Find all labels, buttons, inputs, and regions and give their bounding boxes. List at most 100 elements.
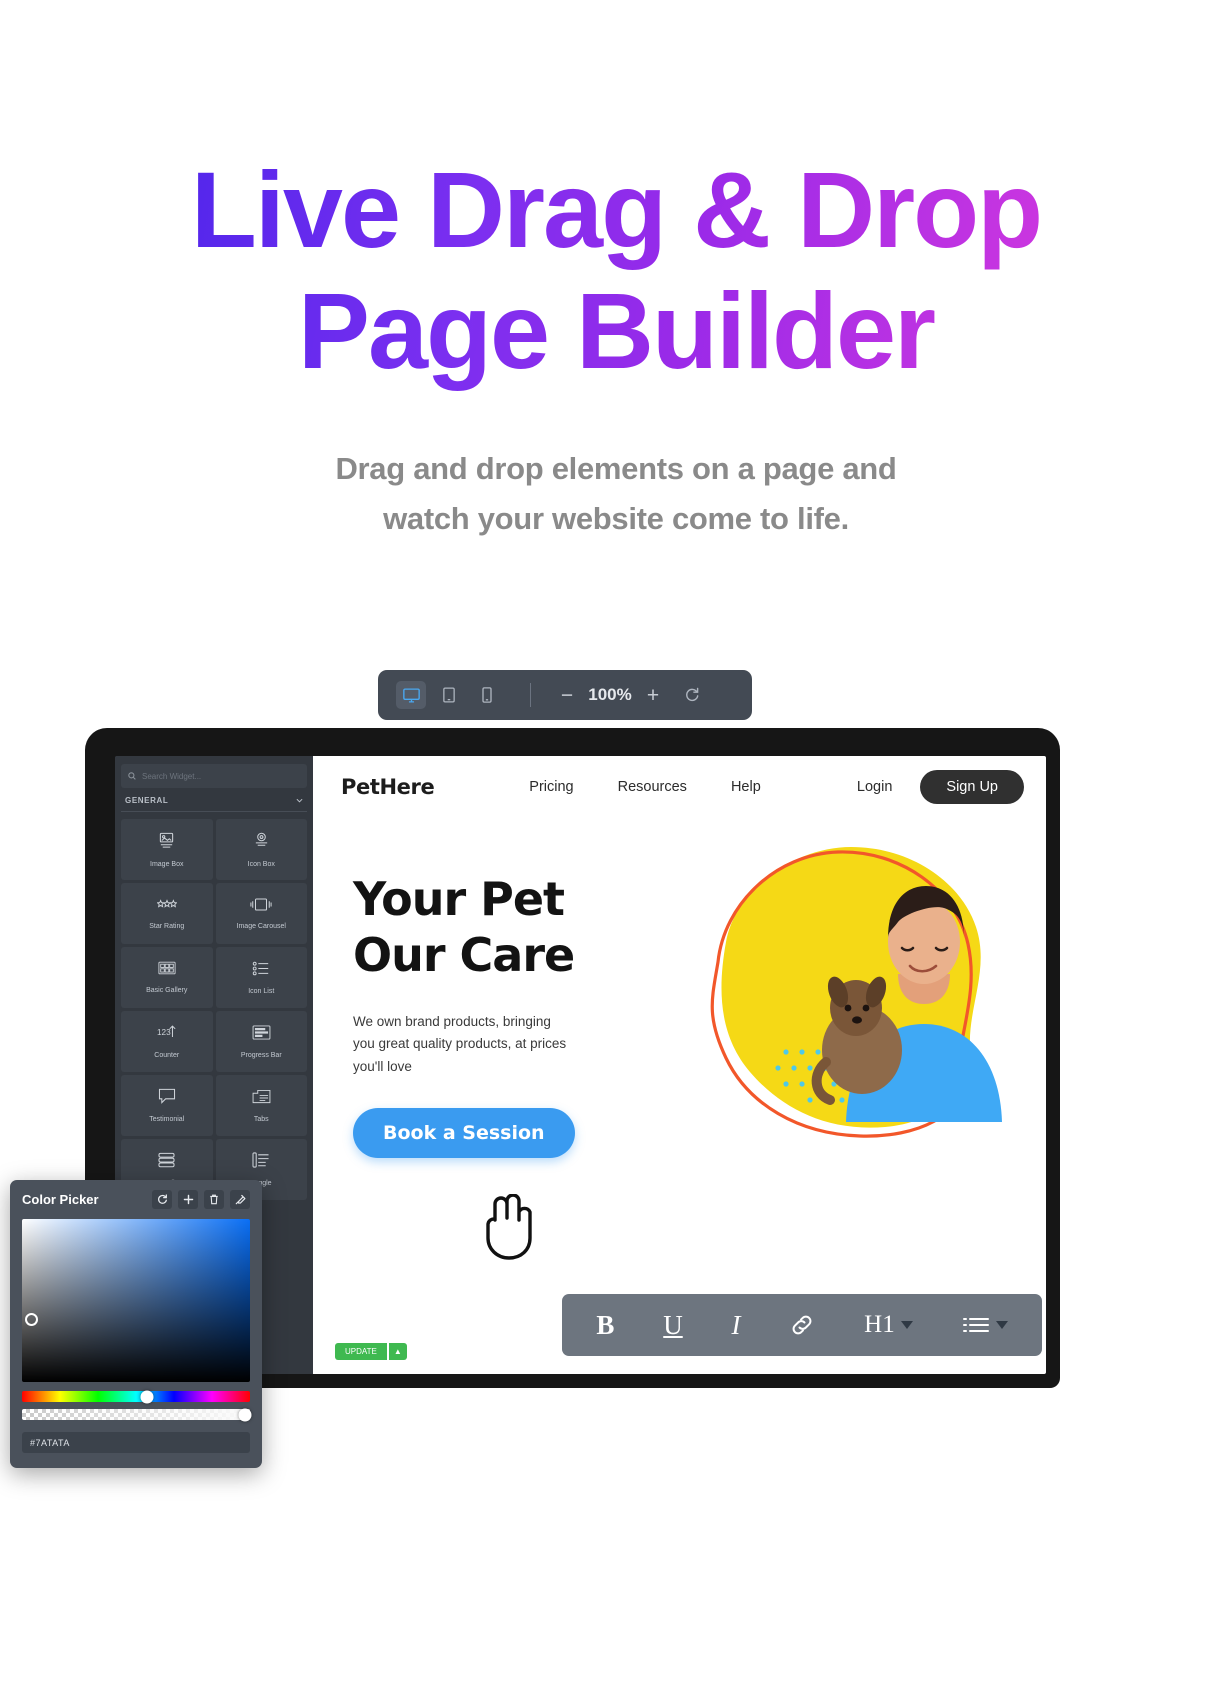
preview-hero-image bbox=[666, 822, 1046, 1162]
widget-tile[interactable]: Basic Gallery bbox=[121, 947, 213, 1008]
hex-input-field[interactable]: #7ATATA bbox=[22, 1432, 250, 1453]
publish-options-button[interactable]: ▲ bbox=[388, 1343, 407, 1360]
saturation-handle[interactable] bbox=[25, 1313, 38, 1326]
preview-hero-text: Your Pet Our Care We own brand products,… bbox=[313, 836, 643, 1159]
zoom-in-button[interactable]: + bbox=[637, 681, 669, 709]
bold-button[interactable]: B bbox=[596, 1310, 614, 1341]
signup-button[interactable]: Sign Up bbox=[920, 770, 1024, 804]
eyedropper-icon[interactable] bbox=[230, 1190, 250, 1209]
widget-tile[interactable]: Tabs bbox=[215, 1075, 307, 1136]
hero-section: Live Drag & Drop Page Builder Drag and d… bbox=[0, 0, 1232, 544]
widget-tile[interactable]: Star Rating bbox=[121, 883, 213, 944]
widget-tile[interactable]: Icon Box bbox=[215, 819, 307, 880]
hue-slider[interactable] bbox=[22, 1390, 250, 1403]
publish-bar: UPDATE ▲ bbox=[335, 1343, 407, 1360]
bullet-list-icon bbox=[962, 1318, 989, 1332]
color-picker-header: Color Picker bbox=[22, 1190, 250, 1209]
counter-icon: 123 bbox=[157, 1024, 177, 1045]
nav-link-resources[interactable]: Resources bbox=[618, 779, 687, 795]
preview-paragraph: We own brand products, bringing you grea… bbox=[353, 1014, 567, 1074]
search-icon bbox=[128, 772, 136, 780]
hero-subtitle: Drag and drop elements on a page and wat… bbox=[0, 444, 1232, 544]
color-picker-panel: Color Picker #7ATATA bbox=[10, 1180, 262, 1468]
color-picker-actions bbox=[152, 1190, 250, 1209]
device-desktop-button[interactable] bbox=[396, 681, 426, 709]
device-tablet-button[interactable] bbox=[434, 681, 464, 709]
link-button[interactable] bbox=[789, 1312, 815, 1338]
basic-gallery-icon bbox=[158, 961, 176, 980]
widget-tile-label: Basic Gallery bbox=[146, 987, 188, 994]
widget-tile-label: Image Carousel bbox=[236, 922, 286, 930]
star-rating-icon bbox=[156, 898, 178, 916]
widget-tile[interactable]: Progress Bar bbox=[215, 1011, 307, 1072]
heading-label: H1 bbox=[864, 1311, 895, 1338]
device-preview-toolbar: − 100% + bbox=[378, 670, 752, 720]
widget-tile-label: Testimonial bbox=[149, 1116, 185, 1123]
zoom-controls: − 100% + bbox=[551, 681, 669, 709]
progress-bar-icon bbox=[252, 1024, 271, 1045]
widget-tile[interactable]: Image Box bbox=[121, 819, 213, 880]
tabs-icon bbox=[252, 1089, 271, 1109]
hero-title-line-2: Page Builder bbox=[297, 269, 935, 391]
widget-tile[interactable]: Testimonial bbox=[121, 1075, 213, 1136]
page-title: Live Drag & Drop Page Builder bbox=[0, 150, 1232, 392]
toggle-icon bbox=[252, 1152, 270, 1173]
login-link[interactable]: Login bbox=[857, 779, 892, 795]
toolbar-divider bbox=[530, 683, 531, 707]
add-icon[interactable] bbox=[178, 1190, 198, 1209]
nav-links: Pricing Resources Help bbox=[529, 779, 760, 795]
device-switcher bbox=[396, 681, 502, 709]
widget-tile-label: Star Rating bbox=[149, 922, 185, 930]
widget-tile[interactable]: 123 Counter bbox=[121, 1011, 213, 1072]
underline-button[interactable]: U bbox=[663, 1310, 683, 1341]
pet-hero-illustration bbox=[710, 847, 1002, 1138]
chevron-down-icon bbox=[900, 1321, 913, 1329]
widget-tile[interactable]: Image Carousel bbox=[215, 883, 307, 944]
alpha-gradient bbox=[22, 1409, 250, 1420]
heading-dropdown[interactable]: H1 bbox=[864, 1311, 913, 1339]
website-preview: PetHere Pricing Resources Help Login Sig… bbox=[313, 756, 1046, 1374]
saturation-value-area[interactable] bbox=[22, 1219, 250, 1382]
hue-slider-handle[interactable] bbox=[140, 1390, 154, 1403]
widget-search-field[interactable]: Search Widget... bbox=[121, 764, 307, 788]
site-logo[interactable]: PetHere bbox=[341, 775, 435, 799]
testimonial-icon bbox=[158, 1088, 176, 1109]
widget-tile-label: Image Box bbox=[150, 860, 184, 868]
widget-category-header[interactable]: GENERAL bbox=[121, 796, 307, 812]
italic-button[interactable]: I bbox=[732, 1310, 741, 1341]
book-session-button[interactable]: Book a Session bbox=[353, 1108, 575, 1159]
hex-value: #7ATATA bbox=[30, 1437, 70, 1448]
reset-zoom-button[interactable] bbox=[677, 681, 707, 709]
device-mobile-button[interactable] bbox=[472, 681, 502, 709]
reset-icon[interactable] bbox=[152, 1190, 172, 1209]
reload-icon bbox=[686, 687, 699, 702]
rich-text-toolbar: B U I H1 bbox=[562, 1294, 1042, 1356]
hand-cursor-icon bbox=[477, 1193, 537, 1265]
widget-tile-label: Tabs bbox=[253, 1115, 269, 1123]
widget-tile-label: Progress Bar bbox=[240, 1051, 282, 1059]
nav-link-pricing[interactable]: Pricing bbox=[529, 779, 573, 795]
update-button[interactable]: UPDATE bbox=[335, 1343, 387, 1360]
hero-subtitle-line-1: Drag and drop elements on a page and bbox=[335, 450, 897, 486]
alpha-slider-handle[interactable] bbox=[238, 1408, 252, 1421]
mobile-icon bbox=[482, 687, 492, 703]
widget-tile-label: Icon List bbox=[248, 987, 275, 995]
icon-list-icon bbox=[252, 961, 270, 981]
preview-navbar: PetHere Pricing Resources Help Login Sig… bbox=[313, 756, 1046, 818]
list-dropdown[interactable] bbox=[962, 1315, 1008, 1335]
preview-heading: Your Pet Our Care bbox=[353, 871, 643, 983]
widget-category-label: GENERAL bbox=[125, 796, 169, 805]
hero-title-line-1: Live Drag & Drop bbox=[190, 149, 1042, 270]
widget-tile[interactable]: Icon List bbox=[215, 947, 307, 1008]
accordion-icon bbox=[157, 1152, 176, 1173]
delete-icon[interactable] bbox=[204, 1190, 224, 1209]
alpha-slider[interactable] bbox=[22, 1408, 252, 1421]
nav-actions: Login Sign Up bbox=[857, 770, 1024, 804]
icon-box-icon bbox=[253, 832, 270, 854]
preview-heading-line-1: Your Pet bbox=[353, 872, 565, 926]
tablet-icon bbox=[443, 687, 455, 703]
color-picker-title: Color Picker bbox=[22, 1192, 99, 1207]
widget-grid: Image Box Icon Box Star Rating Image Car… bbox=[121, 819, 307, 1200]
zoom-out-button[interactable]: − bbox=[551, 681, 583, 709]
nav-link-help[interactable]: Help bbox=[731, 779, 761, 795]
